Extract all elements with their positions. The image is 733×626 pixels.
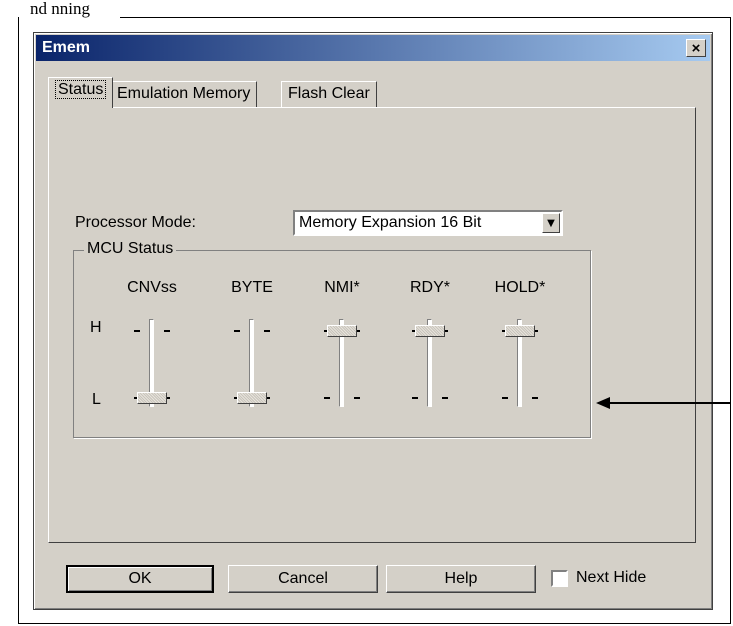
slider-label: RDY* (409, 279, 450, 296)
tick-mark (502, 397, 508, 399)
document-text-fragment: nd nning (30, 0, 90, 18)
slider-thumb[interactable] (505, 325, 535, 337)
processor-mode-select[interactable]: Memory Expansion 16 Bit ▼ (293, 210, 563, 236)
tick-mark (412, 397, 418, 399)
emem-dialog: Emem × Status Emulation Memory Flash Cle… (33, 32, 713, 610)
figure-frame-top (120, 17, 731, 18)
tick-mark (234, 330, 240, 332)
close-button[interactable]: × (686, 39, 706, 57)
tick-mark (134, 330, 140, 332)
processor-mode-value: Memory Expansion 16 Bit (299, 214, 482, 231)
tick-mark (354, 397, 360, 399)
slider-nmi: NMI* (302, 251, 382, 439)
slider-byte: BYTE (212, 251, 292, 439)
tab-status[interactable]: Status (48, 77, 114, 108)
slider-label: BYTE (231, 279, 273, 296)
slider-cnvss: CNVss (112, 251, 192, 439)
help-button[interactable]: Help (386, 565, 536, 593)
slider-rdy: RDY* (390, 251, 470, 439)
slider-label: CNVss (127, 279, 177, 296)
tab-flash-clear[interactable]: Flash Clear (281, 81, 377, 107)
dropdown-button[interactable]: ▼ (542, 213, 560, 233)
next-hide-checkbox[interactable] (551, 570, 568, 587)
tick-mark (532, 397, 538, 399)
high-level-label: H (90, 319, 102, 336)
low-level-label: L (92, 391, 101, 408)
tab-flash-clear-label: Flash Clear (288, 85, 370, 102)
dialog-title: Emem (42, 39, 91, 56)
ok-button[interactable]: OK (66, 565, 214, 593)
slider-label: HOLD* (494, 279, 546, 296)
tick-mark (164, 330, 170, 332)
callout-arrow-head (596, 397, 610, 409)
chevron-down-icon: ▼ (547, 217, 555, 229)
mcu-status-group: MCU Status H L CNVss BYTE NMI* RDY* HOLD… (73, 240, 591, 439)
title-bar[interactable]: Emem × (36, 35, 710, 61)
close-icon: × (691, 39, 701, 57)
tick-mark (324, 397, 330, 399)
processor-mode-label: Processor Mode: (75, 214, 196, 231)
status-tab-panel: Processor Mode: Memory Expansion 16 Bit … (48, 107, 696, 543)
callout-arrow-line (608, 402, 730, 404)
tick-mark (264, 330, 270, 332)
slider-thumb[interactable] (137, 392, 167, 404)
tab-status-label: Status (55, 80, 107, 99)
tick-mark (442, 397, 448, 399)
next-hide-label: Next Hide (576, 569, 647, 586)
slider-thumb[interactable] (415, 325, 445, 337)
tab-emulation-memory[interactable]: Emulation Memory (110, 81, 258, 107)
slider-hold: HOLD* (480, 251, 560, 439)
slider-thumb[interactable] (327, 325, 357, 337)
cancel-button[interactable]: Cancel (228, 565, 378, 593)
tab-emulation-memory-label: Emulation Memory (117, 85, 251, 102)
slider-thumb[interactable] (237, 392, 267, 404)
slider-label: NMI* (324, 279, 360, 296)
